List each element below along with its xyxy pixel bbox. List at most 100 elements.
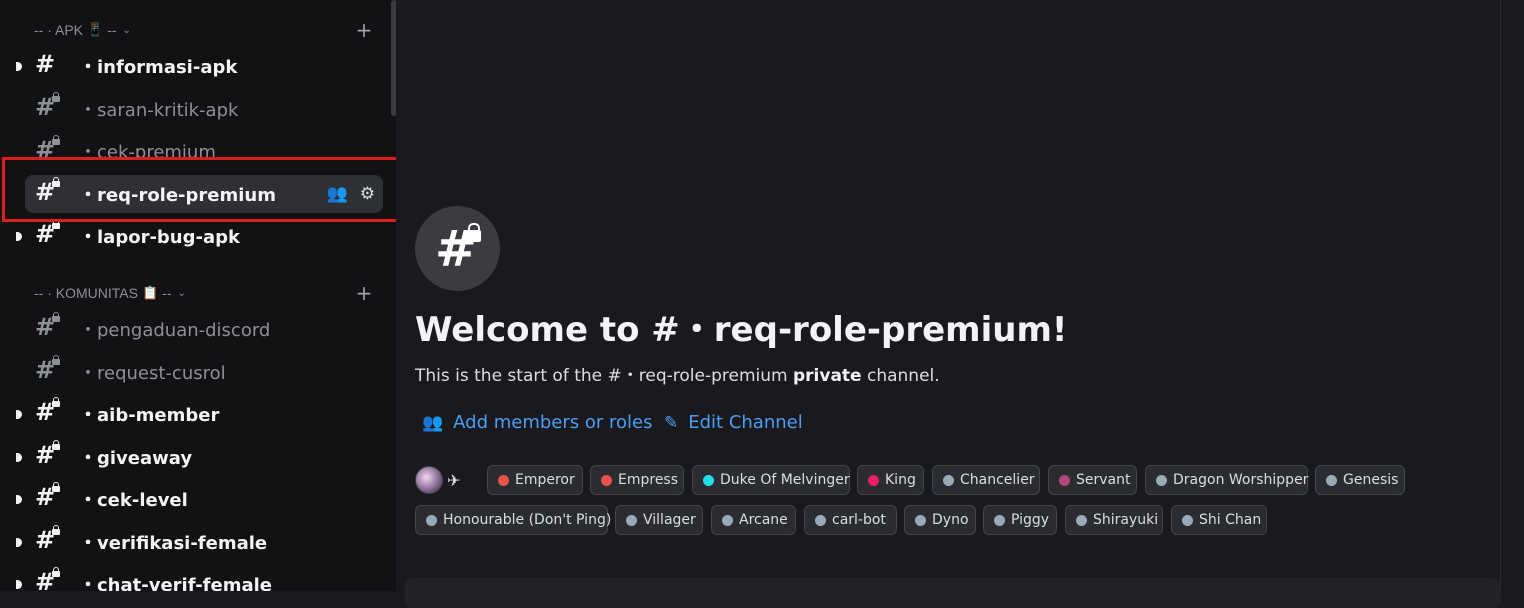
hash-icon: #	[35, 50, 56, 78]
category-label: -- · APK	[34, 22, 84, 38]
role-color-dot	[1326, 474, 1337, 486]
role-color-dot	[943, 474, 954, 486]
role-color-dot	[815, 514, 826, 526]
category-label: -- · KOMUNITAS	[34, 285, 138, 301]
role-pill[interactable]: Genesis	[1315, 465, 1405, 495]
channel-giveaway[interactable]: # ・giveaway	[16, 438, 383, 476]
welcome-title: Welcome to #・req-role-premium!	[415, 310, 1068, 350]
private-channel-icon: #	[415, 206, 500, 291]
chevron-down-icon: ⌄	[177, 287, 186, 299]
role-pill[interactable]: carl-bot	[804, 505, 897, 535]
create-channel-plus-icon[interactable]: +	[354, 20, 374, 40]
role-color-dot	[1182, 514, 1193, 526]
channel-aib-member[interactable]: # ・aib-member	[16, 395, 383, 433]
channel-cek-level[interactable]: # ・cek-level	[16, 480, 383, 518]
channel-informasi-apk[interactable]: # ・informasi-apk	[16, 47, 383, 85]
role-pill[interactable]: Servant	[1048, 465, 1137, 495]
unread-indicator	[16, 410, 22, 419]
channel-sidebar: -- · APK 📱 -- ⌄ + # ・informasi-apk # ・sa…	[6, 0, 396, 591]
category-suffix: --	[162, 285, 172, 301]
role-color-dot	[703, 474, 714, 486]
role-color-dot	[722, 514, 733, 526]
channel-chat-verif-female[interactable]: # ・chat-verif-female	[16, 565, 383, 591]
channel-label: ・chat-verif-female	[79, 575, 272, 591]
clipboard-emoji-icon: 📋	[141, 285, 159, 300]
category-suffix: --	[107, 22, 117, 38]
role-color-dot	[915, 514, 926, 526]
role-color-dot	[1076, 514, 1087, 526]
add-members-button[interactable]: 👥 Add members or roles	[422, 412, 653, 433]
role-pill[interactable]: Shirayuki	[1065, 505, 1163, 535]
right-edge	[1500, 0, 1524, 591]
unread-indicator	[16, 453, 22, 462]
channel-cek-premium[interactable]: # ・cek-premium	[25, 132, 383, 158]
channel-label: ・request-cusrol	[79, 363, 226, 384]
pencil-icon: ✎	[664, 412, 679, 433]
role-pill[interactable]: Villager	[615, 505, 703, 535]
selection-highlight-box	[2, 157, 400, 222]
role-color-dot	[601, 474, 612, 486]
role-pill[interactable]: Shi Chan	[1171, 505, 1267, 535]
bot-icon[interactable]: ✈	[447, 471, 460, 490]
role-pill[interactable]: Empress	[590, 465, 684, 495]
locked-hash-icon: #	[35, 397, 63, 428]
channel-label: ・verifikasi-female	[79, 533, 268, 554]
role-color-dot	[498, 474, 509, 486]
channel-pengaduan-discord[interactable]: # ・pengaduan-discord	[25, 310, 383, 348]
locked-hash-icon: #	[35, 355, 63, 386]
role-color-dot	[426, 514, 437, 526]
role-pill[interactable]: Duke Of Melvinger	[692, 465, 850, 495]
locked-hash-icon: #	[35, 482, 63, 513]
edit-channel-button[interactable]: ✎ Edit Channel	[664, 412, 803, 433]
role-color-dot	[994, 514, 1005, 526]
role-color-dot	[1059, 474, 1070, 486]
role-pill[interactable]: Arcane	[711, 505, 796, 535]
role-pill[interactable]: Dragon Worshipper	[1145, 465, 1308, 495]
add-members-label: Add members or roles	[453, 412, 653, 433]
locked-hash-icon: #	[35, 440, 63, 471]
welcome-subtitle: This is the start of the #・req-role-prem…	[415, 366, 940, 386]
unread-indicator	[16, 580, 22, 589]
channel-label: ・aib-member	[79, 405, 220, 426]
role-pill[interactable]: King	[857, 465, 924, 495]
channel-verifikasi-female[interactable]: # ・verifikasi-female	[16, 523, 383, 561]
locked-hash-icon: #	[35, 219, 63, 250]
avatar[interactable]	[415, 466, 443, 494]
channel-label: ・saran-kritik-apk	[79, 100, 239, 121]
channel-saran-kritik-apk[interactable]: # ・saran-kritik-apk	[25, 90, 383, 128]
channel-label: ・cek-premium	[79, 142, 216, 158]
channel-request-cusrol[interactable]: # ・request-cusrol	[25, 353, 383, 391]
role-pill[interactable]: Piggy	[983, 505, 1057, 535]
locked-hash-icon: #	[35, 92, 63, 123]
locked-hash-icon: #	[35, 312, 63, 343]
locked-hash-icon: #	[35, 135, 63, 158]
channel-label: ・cek-level	[79, 490, 188, 511]
unread-indicator	[16, 538, 22, 547]
role-pill[interactable]: Emperor	[487, 465, 583, 495]
channel-label: ・pengaduan-discord	[79, 320, 271, 341]
channel-label: ・informasi-apk	[79, 57, 238, 78]
message-composer[interactable]	[405, 578, 1501, 608]
category-apk[interactable]: -- · APK 📱 -- ⌄	[34, 19, 131, 41]
role-pill[interactable]: Chancelier	[932, 465, 1040, 495]
locked-hash-icon: #	[35, 567, 63, 591]
phone-emoji-icon: 📱	[87, 22, 104, 37]
unread-indicator	[16, 232, 22, 241]
role-color-dot	[1156, 474, 1167, 486]
add-member-icon: 👥	[422, 412, 444, 433]
locked-hash-icon: #	[35, 525, 63, 556]
channel-label: ・lapor-bug-apk	[79, 227, 240, 248]
role-color-dot	[868, 474, 879, 486]
role-pill[interactable]: Dyno	[904, 505, 976, 535]
member-avatars: ✈	[415, 466, 460, 494]
channel-main-area: # Welcome to #・req-role-premium! This is…	[396, 0, 1501, 608]
channel-lapor-bug-apk[interactable]: # ・lapor-bug-apk	[16, 217, 383, 255]
edit-channel-label: Edit Channel	[688, 412, 803, 433]
category-komunitas[interactable]: -- · KOMUNITAS 📋 -- ⌄	[34, 282, 186, 304]
role-pill[interactable]: Honourable (Don't Ping)	[415, 505, 611, 535]
create-channel-plus-icon[interactable]: +	[354, 283, 374, 303]
role-color-dot	[626, 514, 637, 526]
unread-indicator	[16, 62, 22, 71]
chevron-down-icon: ⌄	[122, 24, 131, 36]
channel-label: ・giveaway	[79, 448, 193, 469]
